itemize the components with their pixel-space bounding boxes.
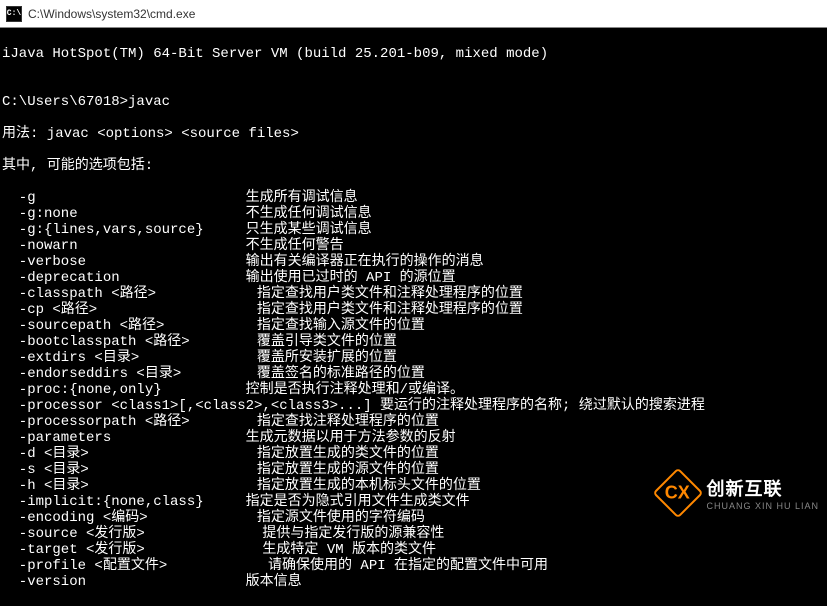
option-line: -sourcepath <路径> 指定查找输入源文件的位置 [2,318,827,334]
option-line: -encoding <编码> 指定源文件使用的字符编码 [2,510,827,526]
option-line: -parameters 生成元数据以用于方法参数的反射 [2,430,827,446]
option-line: -deprecation 输出使用已过时的 API 的源位置 [2,270,827,286]
option-line: -cp <路径> 指定查找用户类文件和注释处理程序的位置 [2,302,827,318]
option-line: -classpath <路径> 指定查找用户类文件和注释处理程序的位置 [2,286,827,302]
option-line: -proc:{none,only} 控制是否执行注释处理和/或编译。 [2,382,827,398]
option-line: -version 版本信息 [2,574,827,590]
terminal-output[interactable]: iJava HotSpot(TM) 64-Bit Server VM (buil… [0,28,827,606]
watermark: CX 创新互联 CHUANG XIN HU LIAN [660,475,819,511]
option-line: -nowarn 不生成任何警告 [2,238,827,254]
option-line: -g 生成所有调试信息 [2,190,827,206]
vm-header-line: iJava HotSpot(TM) 64-Bit Server VM (buil… [2,46,827,62]
option-line: -d <目录> 指定放置生成的类文件的位置 [2,446,827,462]
usage-line: 用法: javac <options> <source files> [2,126,827,142]
prompt-line: C:\Users\67018>javac [2,94,827,110]
intro-line: 其中, 可能的选项包括: [2,158,827,174]
window-titlebar: C:\ C:\Windows\system32\cmd.exe [0,0,827,28]
option-line: -g:none 不生成任何调试信息 [2,206,827,222]
option-line: -endorseddirs <目录> 覆盖签名的标准路径的位置 [2,366,827,382]
watermark-icon: CX [653,468,704,519]
option-line: -source <发行版> 提供与指定发行版的源兼容性 [2,526,827,542]
watermark-text-en: CHUANG XIN HU LIAN [706,501,819,511]
option-line: -processor <class1>[,<class2>,<class3>..… [2,398,827,414]
cmd-icon: C:\ [6,6,22,22]
option-line: -target <发行版> 生成特定 VM 版本的类文件 [2,542,827,558]
option-line: -bootclasspath <路径> 覆盖引导类文件的位置 [2,334,827,350]
window-title: C:\Windows\system32\cmd.exe [28,7,195,21]
watermark-text-cn: 创新互联 [706,475,819,501]
option-line: -verbose 输出有关编译器正在执行的操作的消息 [2,254,827,270]
option-line: -processorpath <路径> 指定查找注释处理程序的位置 [2,414,827,430]
option-line: -profile <配置文件> 请确保使用的 API 在指定的配置文件中可用 [2,558,827,574]
option-line: -extdirs <目录> 覆盖所安装扩展的位置 [2,350,827,366]
option-line: -g:{lines,vars,source} 只生成某些调试信息 [2,222,827,238]
